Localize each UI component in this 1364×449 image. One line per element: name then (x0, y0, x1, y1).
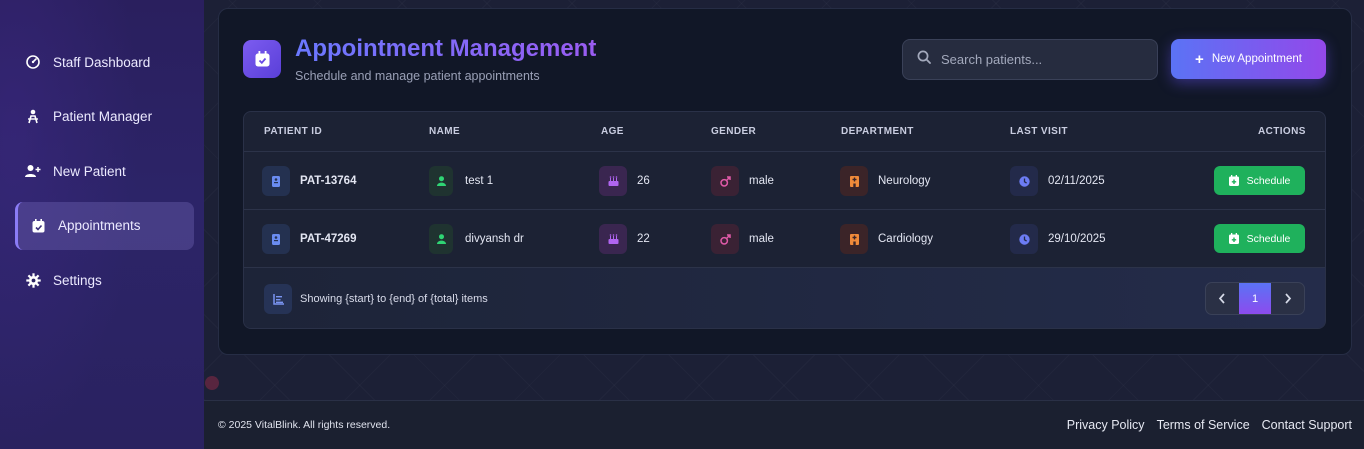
next-page-button[interactable] (1271, 283, 1304, 314)
patient-last-visit: 29/10/2025 (1048, 233, 1106, 245)
sidebar-item-new-patient[interactable]: New Patient (15, 147, 194, 195)
table-header: PATIENT ID NAME AGE GENDER DEPARTMENT LA… (244, 112, 1325, 152)
column-header-name: NAME (429, 126, 461, 137)
column-header-age: AGE (601, 126, 624, 137)
search-icon (917, 50, 931, 69)
patient-age: 26 (637, 175, 650, 187)
page-footer: © 2025 VitalBlink. All rights reserved. … (204, 400, 1364, 449)
page-subtitle: Schedule and manage patient appointments (295, 69, 540, 83)
patient-age: 22 (637, 233, 650, 245)
schedule-button[interactable]: Schedule (1214, 224, 1305, 253)
showing-text: Showing {start} to {end} of {total} item… (300, 293, 488, 305)
sidebar: Staff Dashboard Patient Manager New Pati… (0, 0, 204, 449)
column-header-patient-id: PATIENT ID (264, 126, 323, 137)
sidebar-item-patient-manager[interactable]: Patient Manager (15, 93, 194, 141)
dashboard-icon (25, 54, 41, 70)
new-appointment-label: New Appointment (1211, 53, 1302, 65)
column-header-department: DEPARTMENT (841, 126, 914, 137)
plus-icon: + (1195, 50, 1204, 68)
decorative-dot (205, 376, 219, 390)
male-icon (711, 166, 739, 196)
calendar-icon (30, 218, 46, 234)
patient-manager-icon (25, 109, 41, 125)
new-appointment-button[interactable]: + New Appointment (1171, 39, 1326, 79)
age-cell: 22 (599, 210, 650, 268)
add-user-icon (25, 163, 41, 179)
clock-icon (1010, 166, 1038, 196)
patient-last-visit: 02/11/2025 (1048, 175, 1105, 187)
column-header-actions: ACTIONS (1258, 126, 1306, 137)
sidebar-item-label: Patient Manager (53, 109, 153, 124)
calendar-check-icon (243, 40, 281, 78)
patient-name: test 1 (465, 175, 494, 187)
search-input[interactable] (941, 52, 1141, 67)
user-icon (429, 224, 453, 254)
pagination: 1 (1205, 282, 1305, 315)
sidebar-item-staff-dashboard[interactable]: Staff Dashboard (15, 38, 194, 86)
schedule-label: Schedule (1246, 174, 1291, 187)
hospital-icon (840, 166, 868, 196)
prev-page-button[interactable] (1206, 283, 1239, 314)
list-icon (264, 284, 292, 314)
department-cell: Cardiology (840, 210, 933, 268)
patient-id: PAT-47269 (300, 233, 357, 245)
sidebar-item-label: Settings (53, 272, 102, 288)
schedule-label: Schedule (1246, 232, 1291, 245)
calendar-plus-icon (1228, 233, 1239, 244)
terms-of-service-link[interactable]: Terms of Service (1157, 418, 1250, 432)
last-visit-cell: 29/10/2025 (1010, 210, 1106, 268)
privacy-policy-link[interactable]: Privacy Policy (1067, 418, 1145, 432)
pagination-summary: Showing {start} to {end} of {total} item… (264, 284, 488, 314)
footer-links: Privacy Policy Terms of Service Contact … (1055, 418, 1352, 432)
patient-gender: male (749, 233, 774, 245)
sidebar-nav: Staff Dashboard Patient Manager New Pati… (0, 38, 204, 311)
age-cell: 26 (599, 152, 650, 210)
hospital-icon (840, 224, 868, 254)
chevron-right-icon (1285, 293, 1291, 304)
sidebar-item-label: Staff Dashboard (53, 54, 151, 70)
department-cell: Neurology (840, 152, 930, 210)
schedule-button[interactable]: Schedule (1214, 166, 1305, 195)
user-icon (429, 166, 453, 196)
table-row[interactable]: PAT-47269 divyansh dr 22 male Cardiology… (244, 210, 1325, 268)
appointments-table: PATIENT ID NAME AGE GENDER DEPARTMENT LA… (243, 111, 1326, 329)
patient-department: Neurology (878, 175, 931, 187)
sidebar-item-appointments[interactable]: Appointments (15, 201, 194, 250)
id-card-icon (262, 224, 290, 254)
chevron-left-icon (1219, 293, 1225, 304)
search-box[interactable] (902, 39, 1158, 80)
patient-id-cell: PAT-13764 (262, 152, 356, 210)
column-header-gender: GENDER (711, 126, 757, 137)
contact-support-link[interactable]: Contact Support (1262, 418, 1352, 432)
sidebar-item-label: Appointments (58, 218, 141, 233)
copyright-text: © 2025 VitalBlink. All rights reserved. (218, 419, 391, 431)
male-icon (711, 224, 739, 254)
cake-icon (599, 224, 627, 254)
page-button-current[interactable]: 1 (1238, 283, 1272, 314)
patient-id: PAT-13764 (300, 175, 357, 187)
cake-icon (599, 166, 627, 196)
last-visit-cell: 02/11/2025 (1010, 152, 1105, 210)
patient-gender: male (749, 175, 774, 187)
page-title: Appointment Management (295, 35, 597, 62)
patient-department: Cardiology (878, 233, 933, 245)
clock-icon (1010, 224, 1038, 254)
gear-icon (25, 272, 41, 288)
gender-cell: male (711, 210, 774, 268)
patient-name: divyansh dr (465, 233, 524, 245)
name-cell: divyansh dr (429, 210, 524, 268)
sidebar-item-label: New Patient (53, 163, 126, 179)
sidebar-item-settings[interactable]: Settings (15, 256, 194, 304)
patient-id-cell: PAT-47269 (262, 210, 356, 268)
table-footer: Showing {start} to {end} of {total} item… (244, 268, 1325, 328)
id-card-icon (262, 166, 290, 196)
table-row[interactable]: PAT-13764 test 1 26 male Neurology 02/11… (244, 152, 1325, 210)
column-header-last-visit: LAST VISIT (1010, 126, 1068, 137)
calendar-plus-icon (1228, 175, 1239, 186)
name-cell: test 1 (429, 152, 493, 210)
gender-cell: male (711, 152, 774, 210)
